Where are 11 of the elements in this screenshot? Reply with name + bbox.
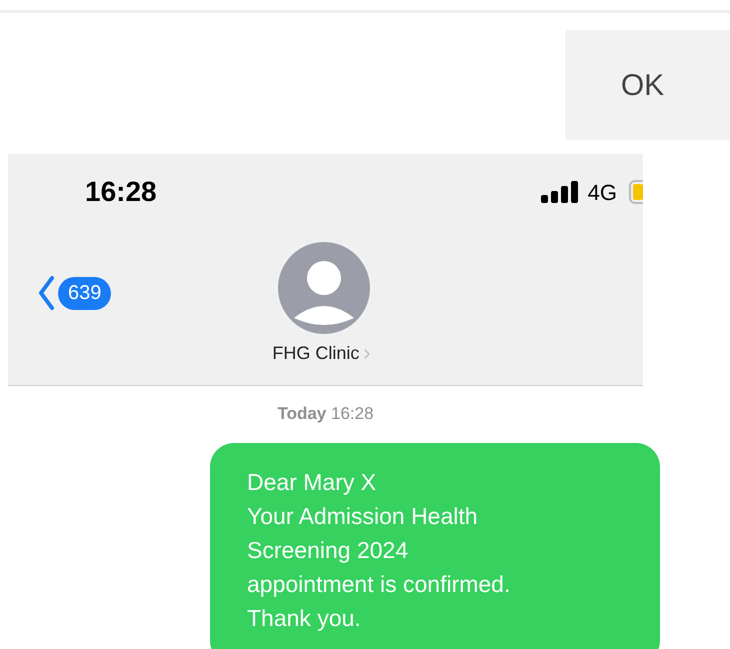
avatar-icon[interactable] bbox=[278, 242, 370, 334]
battery-icon bbox=[629, 180, 643, 204]
unread-count-badge: 639 bbox=[58, 276, 112, 310]
ok-button[interactable]: OK bbox=[565, 30, 730, 140]
message-text: Dear Mary X Your Admission Health Screening 2024 appointment is confirmed. Thank you. bbox=[247, 468, 512, 633]
network-label: 4G bbox=[588, 178, 617, 206]
back-icon[interactable] bbox=[38, 276, 54, 310]
status-time: 16:28 bbox=[85, 175, 157, 209]
signal-icon bbox=[540, 181, 578, 203]
message-timestamp: Today 16:28 bbox=[277, 403, 374, 425]
contact-name[interactable]: FHG Clinic bbox=[272, 340, 360, 367]
